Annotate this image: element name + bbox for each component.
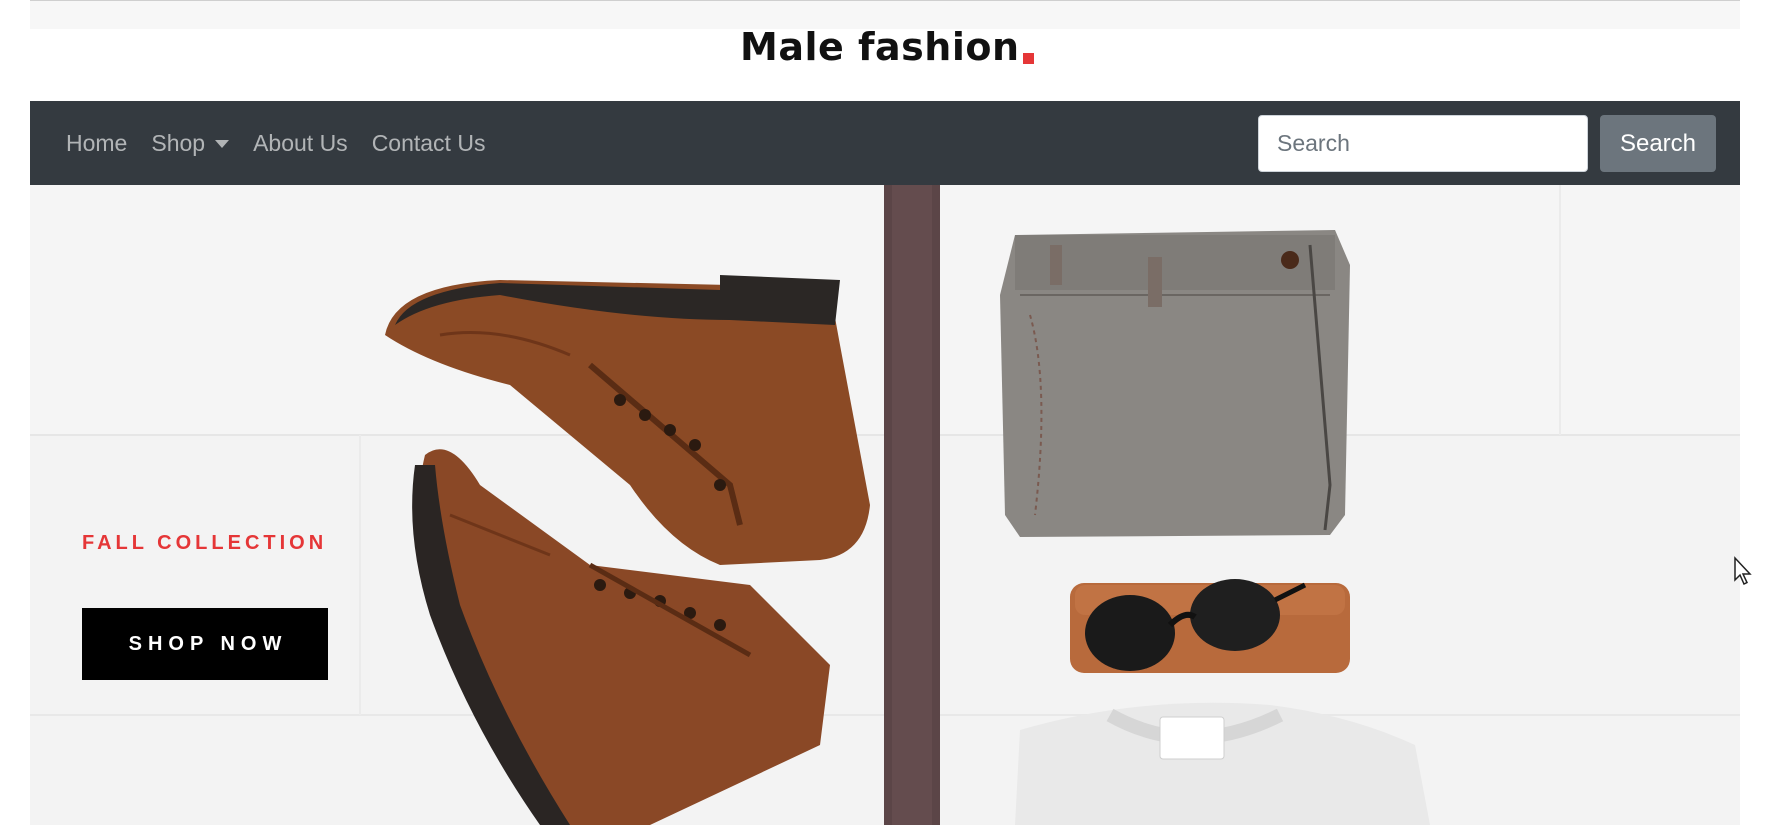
brand-logo[interactable]: Male fashion <box>740 22 1034 72</box>
search-button[interactable]: Search <box>1600 115 1716 172</box>
search-input[interactable] <box>1258 115 1588 172</box>
logo-text: Male fashion <box>740 25 1020 69</box>
nav-item-contact-us[interactable]: Contact Us <box>360 130 498 157</box>
nav-item-label: Home <box>66 129 128 156</box>
nav-item-label: Shop <box>151 129 206 156</box>
mouse-pointer-icon <box>1734 556 1752 586</box>
nav-item-shop[interactable]: Shop <box>139 130 241 157</box>
hero-eyebrow: FALL COLLECTION <box>82 532 328 554</box>
nav-item-label: Contact Us <box>371 129 486 156</box>
logo-accent-dot <box>1022 52 1034 64</box>
nav-item-about-us[interactable]: About Us <box>241 130 360 157</box>
page: Male fashion Home Shop About Us Contact … <box>0 0 1770 825</box>
trousers-illustration <box>1000 230 1350 537</box>
nav-item-home[interactable]: Home <box>66 130 139 157</box>
nav-list: Home Shop About Us Contact Us <box>66 101 497 185</box>
hero-image <box>30 185 1740 825</box>
shop-now-button[interactable]: SHOP NOW <box>82 608 328 680</box>
hero-banner: FALL COLLECTION SHOP NOW <box>30 185 1740 825</box>
nav-item-label: About Us <box>253 129 348 156</box>
sunglasses-illustration <box>1070 579 1350 673</box>
chevron-down-icon <box>215 140 230 148</box>
